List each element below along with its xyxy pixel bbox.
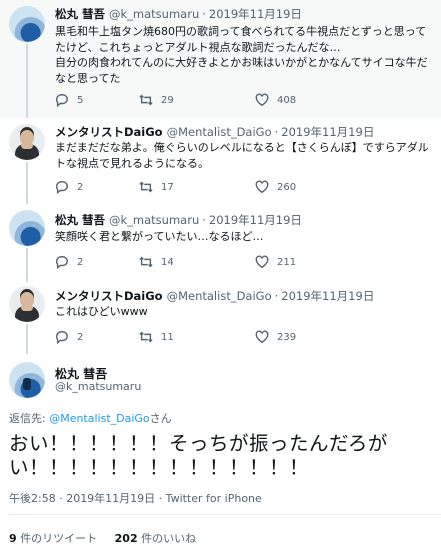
retweet-button[interactable]: 17	[139, 180, 174, 194]
tweet-text: おい！！！！！！そっちが振ったんだろがい！！！！！！！！！！！！！！	[9, 432, 388, 479]
handle[interactable]: @k_matsumaru	[109, 213, 199, 227]
like-button[interactable]: 408	[255, 93, 296, 107]
display-name[interactable]: メンタリストDaiGo	[55, 125, 163, 139]
like-count: 408	[277, 94, 297, 106]
timestamp[interactable]: 2019年11月19日	[281, 289, 374, 303]
display-name[interactable]: メンタリストDaiGo	[55, 289, 163, 303]
reply-suffix: さん	[149, 412, 172, 425]
reply-button[interactable]: 2	[55, 180, 84, 195]
retweet-button[interactable]: 14	[139, 255, 174, 269]
retweet-count: 11	[161, 331, 174, 343]
tweet-stats: 9 件のリツイート 202 件のいいね	[9, 530, 196, 546]
reply-count: 2	[77, 256, 84, 268]
tweet[interactable]: 松丸 彗吾 @k_matsumaru · 2019年11月19日 黒毛和牛上塩タン焼6…	[0, 0, 441, 118]
tweet[interactable]: 松丸 彗吾 @k_matsumaru · 2019年11月19日 笑顔咲く君と繋がって…	[0, 204, 441, 282]
tweet-header: 松丸 彗吾 @k_matsumaru · 2019年11月19日	[55, 213, 302, 227]
like-icon	[255, 330, 269, 344]
thread-line	[26, 248, 28, 282]
tweet-header: メンタリストDaiGo @Mentalist_DaiGo · 2019年11月19日	[55, 289, 375, 303]
retweet-count: 14	[161, 256, 174, 268]
reply-prefix: 返信先:	[9, 412, 50, 425]
reply-icon	[55, 93, 69, 108]
handle[interactable]: @k_matsumaru	[109, 7, 199, 21]
like-icon	[255, 180, 269, 194]
tweet-header: メンタリストDaiGo @Mentalist_DaiGo · 2019年11月19日	[55, 125, 375, 139]
handle[interactable]: @k_matsumaru	[55, 380, 141, 393]
divider	[9, 514, 441, 515]
handle[interactable]: @Mentalist_DaiGo	[167, 289, 272, 303]
like-total: 202	[114, 532, 138, 545]
retweet-count: 29	[161, 94, 174, 106]
avatar[interactable]	[9, 286, 45, 322]
thread-line	[26, 324, 28, 354]
retweet-total: 9	[9, 532, 17, 545]
retweet-icon	[139, 180, 153, 194]
tweet-text: まだまだだな弟よ。俺ぐらいのレベルになると【さくらんぼ】ですらアダルトな視点で見…	[55, 141, 429, 170]
reply-button[interactable]: 2	[55, 330, 84, 345]
retweet-button[interactable]: 29	[139, 93, 174, 107]
like-icon	[255, 255, 269, 269]
reply-context: 返信先: @Mentalist_DaiGoさん	[9, 410, 172, 426]
avatar[interactable]	[9, 6, 45, 42]
like-count: 260	[277, 181, 297, 193]
focused-tweet: 松丸 彗吾 @k_matsumaru 返信先: @Mentalist_DaiGo…	[0, 354, 441, 554]
retweet-label: 件のリツイート	[16, 532, 98, 545]
handle[interactable]: @Mentalist_DaiGo	[167, 125, 272, 139]
like-button[interactable]: 239	[255, 330, 296, 344]
retweet-icon	[139, 93, 153, 107]
tweet-thread: 松丸 彗吾 @k_matsumaru · 2019年11月19日 黒毛和牛上塩タン焼6…	[0, 0, 441, 554]
tweet-text: これはひどいwww	[55, 305, 148, 318]
tweet-meta[interactable]: 午後2:58 · 2019年11月19日 · Twitter for iPhon…	[9, 490, 262, 506]
timestamp[interactable]: 2019年11月19日	[281, 125, 374, 139]
retweet-icon	[139, 330, 153, 344]
timestamp[interactable]: 2019年11月19日	[209, 7, 302, 21]
reply-count: 2	[77, 331, 84, 343]
retweet-count: 17	[161, 181, 174, 193]
tweet[interactable]: メンタリストDaiGo @Mentalist_DaiGo · 2019年11月19日 …	[0, 118, 441, 204]
tweet-text: 笑顔咲く君と繋がっていたい…なるほど…	[55, 230, 264, 243]
retweets-link[interactable]: 9 件のリツイート	[9, 532, 97, 545]
like-count: 239	[277, 331, 297, 343]
timestamp[interactable]: 2019年11月19日	[209, 213, 302, 227]
like-count: 211	[277, 256, 297, 268]
retweet-icon	[139, 255, 153, 269]
like-button[interactable]: 260	[255, 180, 296, 194]
reply-count: 2	[77, 181, 84, 193]
tweet-actions: 5 29 408	[55, 93, 441, 109]
display-name[interactable]: 松丸 彗吾	[55, 7, 105, 21]
tweet-header: 松丸 彗吾 @k_matsumaru · 2019年11月19日	[55, 7, 302, 21]
tweet-text: 黒毛和牛上塩タン焼680円の歌詞って食べられてる牛視点だとずっと思ってたけど、こ…	[55, 25, 428, 85]
reply-button[interactable]: 5	[55, 93, 84, 108]
thread-line	[26, 162, 28, 204]
retweet-button[interactable]: 11	[139, 330, 174, 344]
reply-icon	[55, 180, 69, 195]
thread-line	[26, 44, 28, 118]
avatar[interactable]	[9, 210, 45, 246]
reply-icon	[55, 255, 69, 270]
tweet-actions: 2 11 239	[55, 330, 441, 346]
reply-count: 5	[77, 94, 84, 106]
like-label: 件のいいね	[137, 532, 197, 545]
like-button[interactable]: 211	[255, 255, 296, 269]
display-name[interactable]: 松丸 彗吾	[55, 213, 105, 227]
avatar[interactable]	[9, 124, 45, 160]
like-icon	[255, 93, 269, 107]
reply-button[interactable]: 2	[55, 255, 84, 270]
avatar[interactable]	[9, 362, 45, 398]
tweet-actions: 2 14 211	[55, 255, 441, 271]
likes-link[interactable]: 202 件のいいね	[115, 532, 196, 545]
tweet-actions: 2 17 260	[55, 180, 441, 196]
tweet[interactable]: メンタリストDaiGo @Mentalist_DaiGo · 2019年11月19日 …	[0, 282, 441, 354]
mention-link[interactable]: @Mentalist_DaiGo	[49, 412, 149, 425]
reply-icon	[55, 330, 69, 345]
